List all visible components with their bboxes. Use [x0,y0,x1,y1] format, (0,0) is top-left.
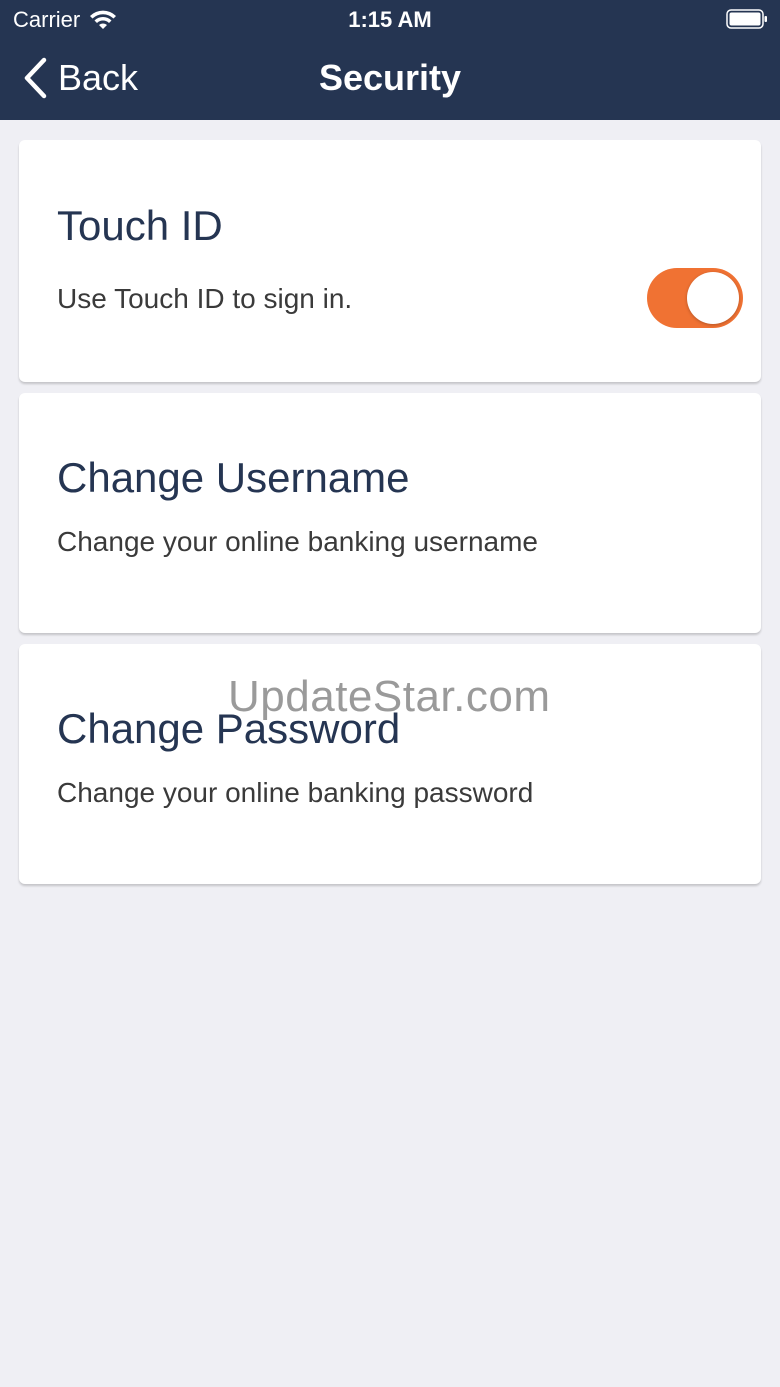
change-password-title: Change Password [57,705,401,752]
change-username-card[interactable]: Change Username Change your online banki… [19,393,761,633]
change-password-description: Change your online banking password [57,777,534,808]
page-title: Security [318,57,462,98]
status-bar: Carrier 1:15 AM [0,0,780,40]
touch-id-title: Touch ID [57,202,223,249]
touch-id-description: Use Touch ID to sign in. [57,283,353,314]
header: Carrier 1:15 AM Back Security [0,0,780,120]
touch-id-toggle[interactable] [647,268,743,328]
navigation-bar: Back Security [0,40,780,120]
touch-id-card: Touch ID Use Touch ID to sign in. [19,140,761,382]
status-time: 1:15 AM [348,7,432,32]
change-username-description: Change your online banking username [57,526,538,557]
toggle-knob [687,272,739,324]
change-username-title: Change Username [57,454,410,501]
battery-icon [726,9,767,29]
change-password-card[interactable]: Change Password Change your online banki… [19,644,761,884]
